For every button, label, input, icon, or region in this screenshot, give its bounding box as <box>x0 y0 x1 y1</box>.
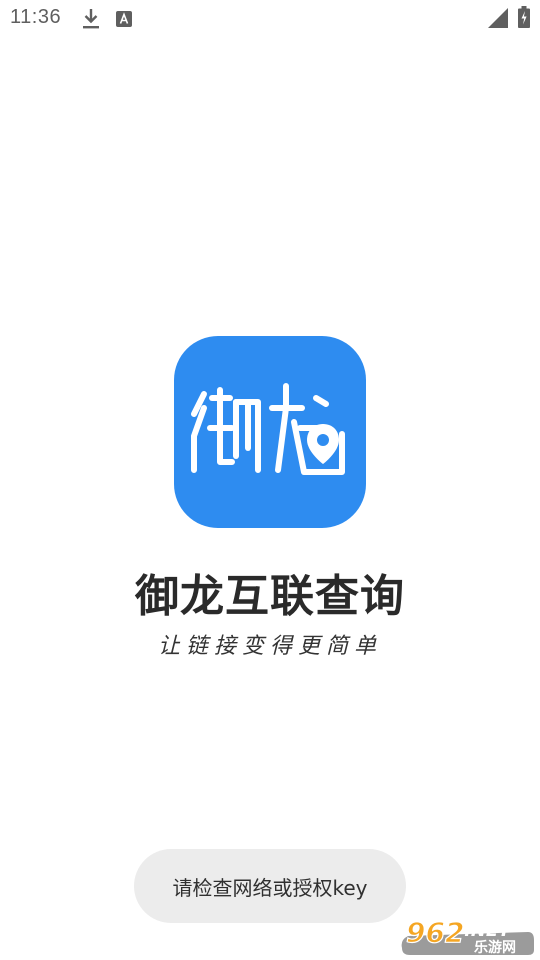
download-icon <box>83 9 99 29</box>
app-logo-glyphs <box>191 383 345 475</box>
splash-screen: 11:36 御龙互联查询 让链接变得更简单 请检查网络或授权key 962 .N… <box>0 0 540 960</box>
error-toast: 请检查网络或授权key <box>134 849 406 923</box>
signal-icon <box>488 8 508 28</box>
toast-message: 请检查网络或授权key <box>172 875 368 900</box>
app-title: 御龙互联查询 <box>135 571 405 622</box>
battery-charging-icon <box>518 6 530 28</box>
site-watermark-logo: 962 .NET 乐游网 <box>400 910 536 956</box>
a-notification-icon <box>116 11 132 27</box>
svg-text:乐游网: 乐游网 <box>474 939 516 956</box>
status-bar: 11:36 <box>0 0 540 36</box>
app-logo-icon <box>174 336 366 528</box>
svg-text:962: 962 <box>406 916 464 949</box>
status-time: 11:36 <box>10 6 62 28</box>
svg-text:.NET: .NET <box>464 920 512 941</box>
app-slogan: 让链接变得更简单 <box>157 634 382 659</box>
